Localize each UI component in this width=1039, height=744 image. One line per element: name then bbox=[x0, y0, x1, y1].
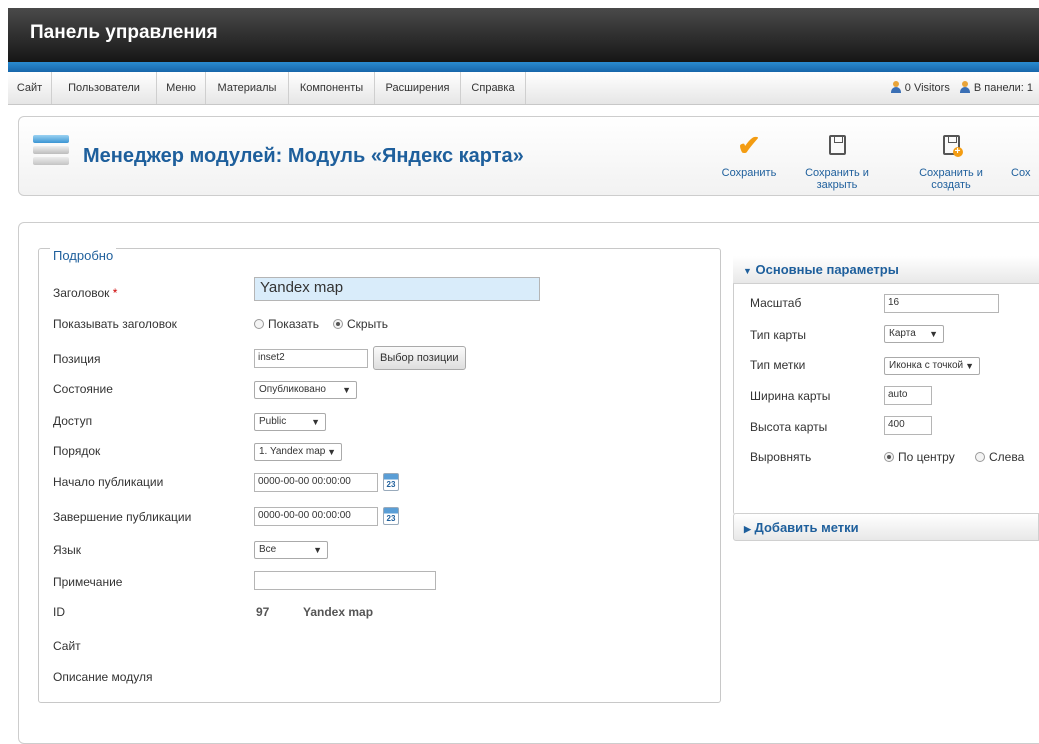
position-input[interactable]: inset2 bbox=[254, 349, 368, 368]
order-label: Порядок bbox=[53, 444, 101, 458]
user-icon bbox=[890, 81, 902, 93]
status-area: 0 Visitors В панели: 1 bbox=[890, 72, 1039, 104]
toolbar: Менеджер модулей: Модуль «Яндекс карта» … bbox=[18, 116, 1039, 196]
hide-title-option[interactable]: Скрыть bbox=[333, 317, 388, 331]
language-label: Язык bbox=[53, 543, 82, 557]
dropdown-arrow-icon: ▼ bbox=[311, 417, 320, 427]
dropdown-arrow-icon: ▼ bbox=[327, 447, 336, 457]
header-title: Панель управления bbox=[30, 22, 218, 43]
save-button[interactable]: ✔ Сохранить bbox=[719, 130, 779, 180]
marker-type-label: Тип метки bbox=[750, 358, 806, 372]
map-type-select[interactable]: Карта ▼ bbox=[884, 325, 944, 343]
order-select[interactable]: 1. Yandex map ▼ bbox=[254, 443, 342, 461]
menu-item-components[interactable]: Компоненты bbox=[289, 72, 375, 104]
align-center-option[interactable]: По центру bbox=[884, 450, 955, 464]
visitors-status: 0 Visitors bbox=[890, 81, 950, 94]
note-input[interactable] bbox=[254, 571, 436, 590]
access-label: Доступ bbox=[53, 414, 93, 428]
header-accent-bar bbox=[8, 62, 1039, 72]
dropdown-arrow-icon: ▼ bbox=[313, 545, 322, 555]
page-title: Менеджер модулей: Модуль «Яндекс карта» bbox=[83, 145, 524, 167]
marker-type-select[interactable]: Иконка с точкой ▼ bbox=[884, 357, 980, 375]
module-manager-icon bbox=[33, 135, 69, 177]
admin-header: Панель управления bbox=[8, 8, 1039, 62]
admins-status: В панели: 1 bbox=[959, 81, 1033, 94]
radio-selected-icon bbox=[333, 319, 343, 329]
save-new-icon: + bbox=[899, 131, 1003, 161]
align-label: Выровнять bbox=[750, 450, 812, 464]
map-type-label: Тип карты bbox=[750, 328, 807, 342]
publish-up-label: Начало публикации bbox=[53, 475, 164, 489]
dropdown-arrow-icon: ▼ bbox=[965, 361, 974, 371]
save-close-button[interactable]: Сохранить и закрыть bbox=[785, 131, 889, 191]
id-label: ID bbox=[53, 605, 65, 619]
publish-down-label: Завершение публикации bbox=[53, 510, 192, 524]
required-mark: * bbox=[112, 286, 118, 300]
menu-item-site[interactable]: Сайт bbox=[8, 72, 52, 104]
details-legend: Подробно bbox=[50, 248, 117, 263]
scale-label: Масштаб bbox=[750, 296, 802, 310]
access-select[interactable]: Public ▼ bbox=[254, 413, 326, 431]
dropdown-arrow-icon: ▼ bbox=[342, 385, 351, 395]
position-label: Позиция bbox=[53, 352, 101, 366]
calendar-icon[interactable]: 23 bbox=[383, 473, 399, 491]
dropdown-arrow-icon: ▼ bbox=[929, 329, 938, 339]
save-new-button[interactable]: + Сохранить и создать bbox=[899, 131, 1003, 191]
map-height-input[interactable]: 400 bbox=[884, 416, 932, 435]
checkmark-icon: ✔ bbox=[737, 130, 761, 161]
save-copy-button[interactable]: Сох bbox=[1011, 131, 1039, 179]
triangle-right-icon: ▶ bbox=[744, 524, 751, 534]
state-select[interactable]: Опубликовано ▼ bbox=[254, 381, 357, 399]
main-menu: Сайт Пользователи Меню Материалы Компоне… bbox=[8, 72, 1039, 105]
menu-item-help[interactable]: Справка bbox=[461, 72, 526, 104]
note-label: Примечание bbox=[53, 575, 123, 589]
menu-item-extensions[interactable]: Расширения bbox=[375, 72, 461, 104]
radio-selected-icon bbox=[884, 452, 894, 462]
module-description-label: Описание модуля bbox=[53, 670, 153, 684]
scale-input[interactable]: 16 bbox=[884, 294, 999, 313]
menu-item-content[interactable]: Материалы bbox=[206, 72, 289, 104]
add-markers-header[interactable]: ▶ Добавить метки bbox=[733, 513, 1039, 541]
id-module-name: Yandex map bbox=[303, 605, 374, 619]
menu-item-users[interactable]: Пользователи bbox=[52, 72, 157, 104]
user-icon bbox=[959, 81, 971, 93]
map-width-label: Ширина карты bbox=[750, 389, 831, 403]
language-select[interactable]: Все ▼ bbox=[254, 541, 328, 559]
calendar-icon[interactable]: 23 bbox=[383, 507, 399, 525]
id-value: 97 bbox=[256, 605, 270, 619]
state-label: Состояние bbox=[53, 382, 113, 396]
publish-up-input[interactable]: 0000-00-00 00:00:00 bbox=[254, 473, 378, 492]
triangle-down-icon: ▼ bbox=[743, 266, 752, 276]
map-width-input[interactable]: auto bbox=[884, 386, 932, 405]
show-title-label: Показывать заголовок bbox=[53, 317, 177, 331]
publish-down-input[interactable]: 0000-00-00 00:00:00 bbox=[254, 507, 378, 526]
title-label: Заголовок * bbox=[53, 286, 118, 300]
show-title-option[interactable]: Показать bbox=[254, 317, 319, 331]
select-position-button[interactable]: Выбор позиции bbox=[373, 346, 466, 370]
radio-icon bbox=[254, 319, 264, 329]
save-icon bbox=[785, 131, 889, 161]
radio-icon bbox=[975, 452, 985, 462]
site-label: Сайт bbox=[53, 639, 81, 653]
map-height-label: Высота карты bbox=[750, 420, 828, 434]
align-left-option[interactable]: Слева bbox=[975, 450, 1024, 464]
title-input[interactable]: Yandex map bbox=[254, 277, 540, 301]
basic-params-header[interactable]: ▼ Основные параметры bbox=[733, 256, 1039, 284]
menu-item-menus[interactable]: Меню bbox=[157, 72, 206, 104]
